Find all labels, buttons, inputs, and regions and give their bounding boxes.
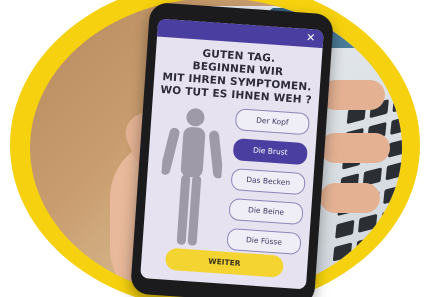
option-legs[interactable]: Die Beine <box>228 197 304 226</box>
human-body-icon <box>160 108 224 246</box>
page-title: GUTEN TAG. BEGINNEN WIR MIT IHREN SYMPTO… <box>159 45 316 108</box>
finger <box>320 183 380 213</box>
body-part-options: Der Kopf Die Brust Das Becken Die Beine … <box>226 108 311 263</box>
phone-screen: ✕ GUTEN TAG. BEGINNEN WIR MIT IHREN SYMP… <box>140 18 324 290</box>
option-head[interactable]: Der Kopf <box>234 108 311 136</box>
finger <box>320 133 390 163</box>
finger <box>320 80 385 110</box>
option-feet[interactable]: Die Füsse <box>226 227 302 255</box>
smartphone: ✕ GUTEN TAG. BEGINNEN WIR MIT IHREN SYMP… <box>130 1 334 297</box>
option-pelvis[interactable]: Das Becken <box>230 168 306 196</box>
app-top-bar: ✕ <box>157 18 324 49</box>
option-chest[interactable]: Die Brust <box>232 138 308 166</box>
close-icon[interactable]: ✕ <box>306 31 316 46</box>
photo-scene: ✕ GUTEN TAG. BEGINNEN WIR MIT IHREN SYMP… <box>0 0 438 297</box>
